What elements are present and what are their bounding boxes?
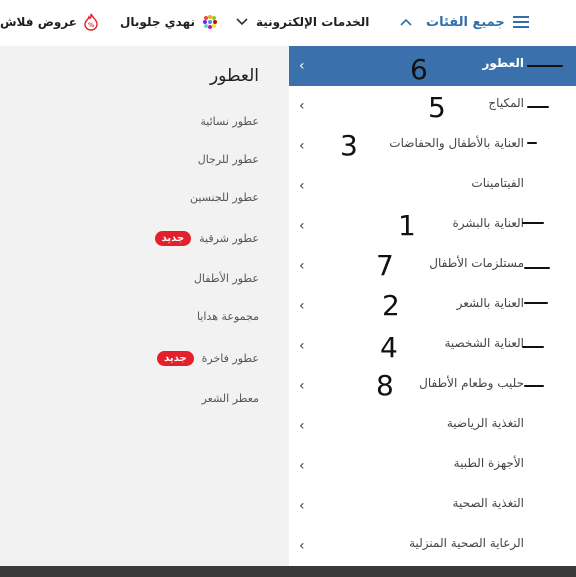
subcategory-item[interactable]: مجموعة هدايا: [197, 305, 259, 327]
bottom-bar: [0, 566, 576, 577]
nahdi-global-label: نهدي جلوبال: [120, 15, 196, 29]
e-services-label: الخدمات الإلكترونية: [256, 15, 370, 29]
subcategory-label: عطور للرجال: [197, 152, 259, 166]
category-label: الأجهزة الطبية: [453, 456, 524, 470]
new-badge: جديد: [157, 350, 194, 366]
subcategory-label: عطور شرقية: [199, 231, 259, 245]
category-item-home-healthcare[interactable]: ‹ الرعاية الصحية المنزلية: [289, 526, 576, 566]
category-item-sports-nutrition[interactable]: ‹ التغذية الرياضية: [289, 406, 576, 446]
category-item-baby-food[interactable]: ‹ حليب وطعام الأطفال: [289, 366, 576, 406]
category-item-medical-devices[interactable]: ‹ الأجهزة الطبية: [289, 446, 576, 486]
category-panel: ‹ العطور ‹ المكياج ‹ العناية بالأطفال وا…: [289, 46, 576, 566]
chevron-left-icon: ‹: [299, 178, 305, 194]
nahdi-global-link[interactable]: نهدي جلوبال: [120, 0, 219, 44]
chevron-left-icon: ‹: [299, 58, 305, 74]
category-label: العطور: [482, 56, 524, 70]
subcategory-item[interactable]: عطور الأطفال: [194, 267, 259, 289]
subcategory-item[interactable]: معطر الشعر: [202, 387, 259, 409]
new-badge: جديد: [154, 230, 192, 246]
subcategory-label: معطر الشعر: [201, 391, 259, 405]
subcategory-title: العطور: [209, 66, 259, 86]
top-navigation-bar: جميع الفئات الخدمات الإلكترونية نهدي جلو…: [0, 0, 576, 46]
category-label: العناية بالبشرة: [452, 216, 524, 230]
chevron-left-icon: ‹: [299, 98, 305, 114]
chevron-left-icon: ‹: [299, 538, 305, 554]
category-label: حليب وطعام الأطفال: [419, 376, 524, 390]
globe-dots-icon: [201, 13, 219, 31]
category-item-baby-care[interactable]: ‹ العناية بالأطفال والحفاضات: [289, 126, 576, 166]
chevron-down-icon: [236, 18, 248, 26]
category-item-hair-care[interactable]: ‹ العناية بالشعر: [289, 286, 576, 326]
flash-offers-link[interactable]: % عروض فلاش: [0, 0, 99, 44]
category-item-vitamins[interactable]: ‹ الفيتامينات: [289, 166, 576, 206]
subcategory-label: عطور نسائية: [200, 114, 259, 128]
subcategory-item[interactable]: عطور للجنسين: [190, 186, 259, 208]
e-services-menu[interactable]: الخدمات الإلكترونية: [236, 0, 369, 44]
category-item-personal-care[interactable]: ‹ العناية الشخصية: [289, 326, 576, 366]
chevron-left-icon: ‹: [299, 378, 305, 394]
hamburger-menu-icon: [512, 15, 529, 29]
category-label: الرعاية الصحية المنزلية: [409, 536, 524, 550]
chevron-left-icon: ‹: [299, 258, 305, 274]
chevron-left-icon: ‹: [299, 218, 305, 234]
category-label: العناية بالشعر: [456, 296, 524, 310]
all-categories-label: جميع الفئات: [426, 14, 505, 30]
category-label: التغذية الصحية: [452, 496, 524, 510]
category-item-skin-care[interactable]: ‹ العناية بالبشرة: [289, 206, 576, 246]
category-label: العناية الشخصية: [444, 336, 524, 350]
subcategory-label: عطور فاخرة: [201, 351, 259, 365]
category-item-makeup[interactable]: ‹ المكياج: [289, 86, 576, 126]
chevron-left-icon: ‹: [299, 498, 305, 514]
subcategory-panel: العطور عطور نسائية عطور للرجال عطور للجن…: [0, 46, 289, 566]
category-label: التغذية الرياضية: [446, 416, 524, 430]
subcategory-item[interactable]: عطور للرجال: [198, 148, 259, 170]
subcategory-label: مجموعة هدايا: [196, 309, 259, 323]
subcategory-item[interactable]: عطور نسائية: [200, 110, 259, 132]
subcategory-label: عطور الأطفال: [193, 271, 259, 285]
flash-offers-label: عروض فلاش: [0, 15, 77, 29]
subcategory-label: عطور للجنسين: [190, 190, 259, 204]
chevron-up-icon: [400, 18, 412, 26]
category-item-healthy-nutrition[interactable]: ‹ التغذية الصحية: [289, 486, 576, 526]
chevron-left-icon: ‹: [299, 338, 305, 354]
category-label: العناية بالأطفال والحفاضات: [389, 136, 524, 150]
chevron-left-icon: ‹: [299, 418, 305, 434]
chevron-left-icon: ‹: [299, 298, 305, 314]
chevron-left-icon: ‹: [299, 138, 305, 154]
svg-text:%: %: [88, 22, 94, 29]
subcategory-item[interactable]: عطور فاخرة جديد: [157, 347, 259, 369]
category-label: المكياج: [488, 96, 524, 110]
category-item-perfumes[interactable]: ‹ العطور: [289, 46, 576, 86]
category-label: الفيتامينات: [471, 176, 524, 190]
category-item-baby-supplies[interactable]: ‹ مستلزمات الأطفال: [289, 246, 576, 286]
chevron-left-icon: ‹: [299, 458, 305, 474]
flame-percent-icon: %: [83, 13, 99, 31]
subcategory-item[interactable]: عطور شرقية جديد: [154, 227, 259, 249]
category-label: مستلزمات الأطفال: [429, 256, 524, 270]
all-categories-menu[interactable]: جميع الفئات: [400, 0, 529, 44]
